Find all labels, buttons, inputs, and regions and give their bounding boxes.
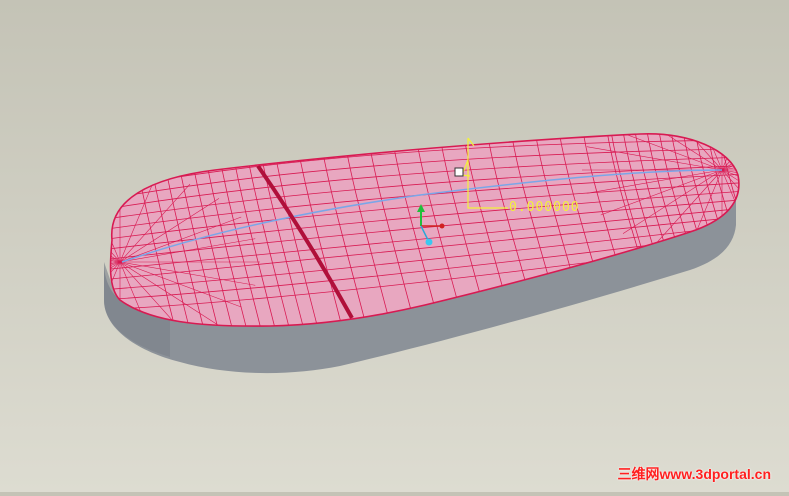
mesh-line (110, 183, 121, 263)
mesh-line (721, 133, 739, 171)
model-viewport[interactable] (0, 0, 789, 492)
watermark: 三维网www.3dportal.cn (617, 466, 772, 482)
mesh-line (721, 133, 739, 171)
dimension-handle[interactable] (454, 167, 464, 177)
mesh-line (110, 261, 121, 308)
mesh-line (110, 261, 121, 286)
mesh-line (110, 238, 121, 263)
dimension-value[interactable]: 0.000000 (509, 200, 580, 215)
mesh-line (742, 125, 789, 340)
mesh-line (110, 198, 121, 263)
mesh-line (729, 133, 739, 327)
mesh-line (110, 216, 121, 263)
model-canvas[interactable] (0, 0, 789, 492)
top-surface[interactable] (110, 133, 739, 327)
mesh-line (721, 133, 739, 171)
